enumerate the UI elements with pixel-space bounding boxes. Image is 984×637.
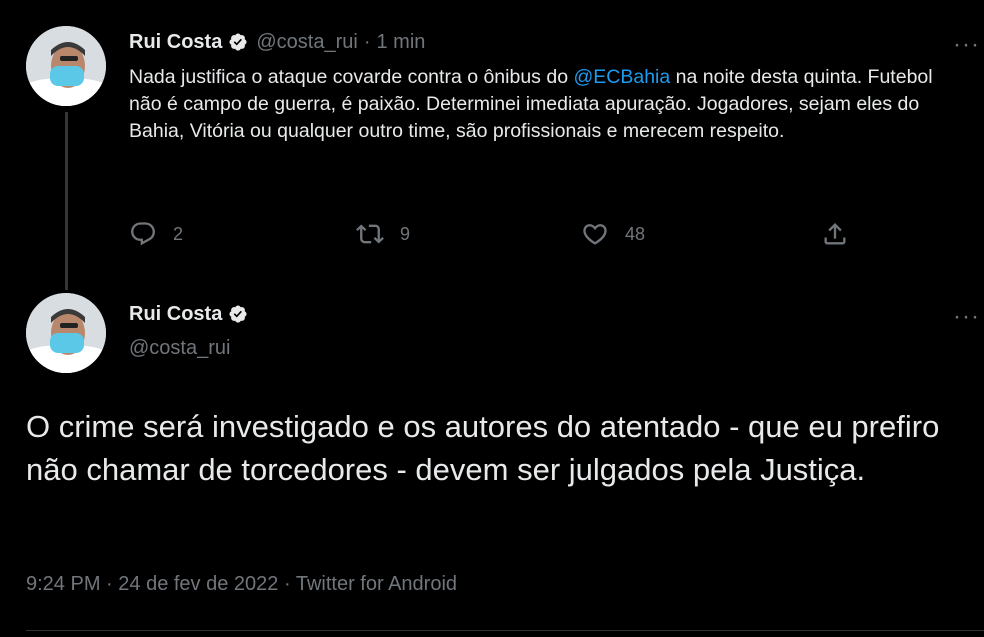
- divider: [26, 630, 984, 631]
- more-options-icon[interactable]: ···: [953, 33, 980, 57]
- verified-badge-icon: [229, 33, 247, 51]
- author-name[interactable]: Rui Costa: [129, 302, 222, 326]
- retweet-icon: [356, 224, 384, 244]
- more-options-icon[interactable]: ···: [953, 305, 980, 329]
- heart-icon: [583, 224, 607, 245]
- tweet-text: O crime será investigado e os autores do…: [26, 409, 940, 487]
- tweet-source: Twitter for Android: [295, 573, 458, 595]
- avatar-image: [26, 293, 106, 373]
- tweet-date[interactable]: 24 de fev de 2022: [118, 573, 278, 595]
- avatar-image: [26, 26, 106, 106]
- thread-connector-line: [65, 112, 68, 290]
- tweet-text: Nada justifica o ataque covarde contra o…: [129, 64, 959, 145]
- retweet-button[interactable]: 9: [356, 220, 410, 248]
- tweet-text-start: Nada justifica o ataque covarde contra o…: [129, 66, 574, 88]
- separator-dot: ·: [100, 573, 119, 595]
- retweet-count: 9: [400, 223, 411, 244]
- separator-dot: ·: [363, 31, 371, 53]
- reply-count: 2: [173, 223, 184, 244]
- mention-link[interactable]: @ECBahia: [573, 66, 670, 88]
- avatar[interactable]: [26, 26, 106, 106]
- author-handle[interactable]: @costa_rui: [256, 30, 357, 54]
- tweet-metadata: 9:24 PM · 24 de fev de 2022 · Twitter fo…: [26, 573, 457, 596]
- tweet-actions: 2 9 48: [129, 220, 859, 254]
- author-name[interactable]: Rui Costa: [129, 30, 222, 54]
- tweet-time[interactable]: 1 min: [376, 30, 425, 54]
- avatar[interactable]: [26, 293, 106, 373]
- reply-icon: [131, 222, 155, 246]
- reply-button[interactable]: 2: [129, 220, 183, 248]
- verified-badge-icon: [229, 305, 247, 323]
- tweet-header: Rui Costa @costa_rui · 1 min: [129, 30, 425, 54]
- separator-dot: ·: [278, 573, 296, 595]
- share-button[interactable]: [821, 220, 849, 248]
- like-button[interactable]: 48: [581, 220, 645, 248]
- author-handle[interactable]: @costa_rui: [129, 337, 230, 360]
- like-count: 48: [625, 223, 646, 244]
- tweet-time[interactable]: 9:24 PM: [26, 573, 100, 595]
- tweet-header: Rui Costa: [129, 302, 248, 326]
- share-icon: [824, 223, 846, 245]
